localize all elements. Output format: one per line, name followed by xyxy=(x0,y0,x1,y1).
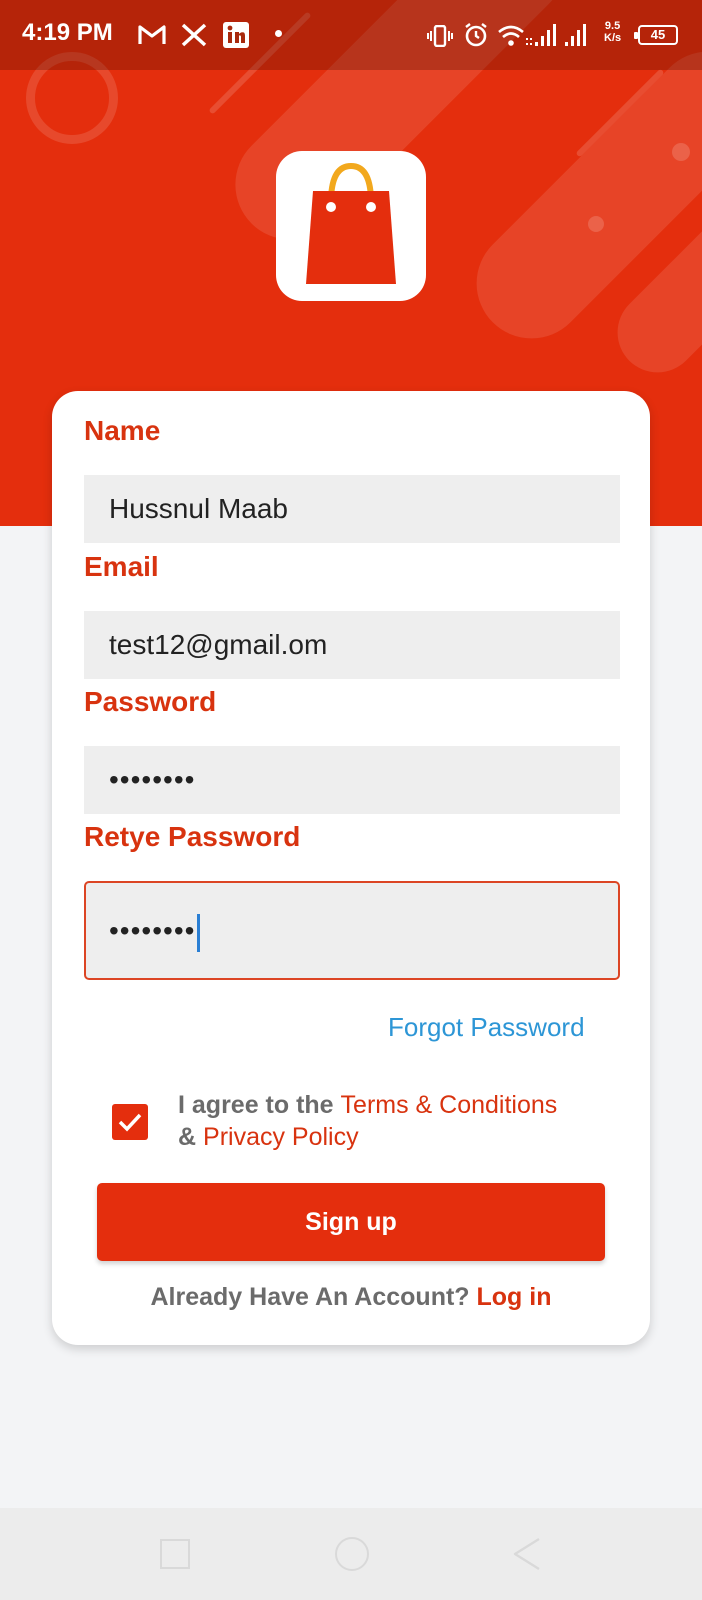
password-field[interactable]: •••••••• xyxy=(84,746,620,814)
more-notifications-dot xyxy=(275,30,282,37)
sign-up-button[interactable]: Sign up xyxy=(97,1183,605,1261)
status-time: 4:19 PM xyxy=(22,19,113,46)
network-speed: 9.5 K/s xyxy=(604,20,622,44)
checkmark-icon xyxy=(118,1113,142,1132)
terms-link[interactable]: Terms & Conditions xyxy=(341,1091,558,1119)
gmail-icon xyxy=(138,25,166,44)
battery-indicator: 45 xyxy=(634,25,678,45)
home-circle-icon[interactable] xyxy=(335,1537,369,1571)
agree-amp: & xyxy=(178,1123,197,1151)
agree-checkbox[interactable] xyxy=(112,1104,148,1140)
retype-password-field[interactable]: •••••••• xyxy=(84,881,620,980)
privacy-policy-link[interactable]: Privacy Policy xyxy=(203,1123,359,1151)
name-label: Name xyxy=(84,415,161,446)
decorative-dot xyxy=(672,143,690,161)
x-icon xyxy=(181,23,207,47)
linkedin-icon xyxy=(223,22,249,48)
wifi-icon xyxy=(498,25,532,46)
signup-card: Name Hussnul Maab Email test12@gmail.om … xyxy=(52,391,650,1345)
agree-prefix: I agree to the xyxy=(178,1091,334,1119)
back-triangle-icon[interactable] xyxy=(512,1537,542,1571)
retype-password-label: Retye Password xyxy=(84,821,301,852)
email-label: Email xyxy=(84,551,159,582)
retype-password-value: •••••••• xyxy=(109,915,196,946)
email-field[interactable]: test12@gmail.om xyxy=(84,611,620,679)
app-logo xyxy=(276,151,426,301)
vibrate-icon xyxy=(427,25,453,47)
login-link[interactable]: Log in xyxy=(477,1283,552,1311)
decorative-dot xyxy=(588,216,604,232)
password-label: Password xyxy=(84,686,217,717)
shopping-bag-icon xyxy=(306,162,396,284)
login-prompt: Already Have An Account? Log in xyxy=(52,1283,650,1312)
forgot-password-link[interactable]: Forgot Password xyxy=(388,1012,585,1043)
alarm-icon xyxy=(465,23,487,47)
status-bar: 4:19 PM 9.5 K/s 45 xyxy=(0,0,702,70)
agree-text: I agree to the Terms & Conditions & Priv… xyxy=(178,1089,628,1153)
text-cursor xyxy=(197,913,201,952)
login-prompt-text: Already Have An Account? xyxy=(150,1283,470,1311)
recents-square-icon[interactable] xyxy=(160,1539,190,1569)
signal-icon xyxy=(535,24,586,46)
name-field[interactable]: Hussnul Maab xyxy=(84,475,620,543)
